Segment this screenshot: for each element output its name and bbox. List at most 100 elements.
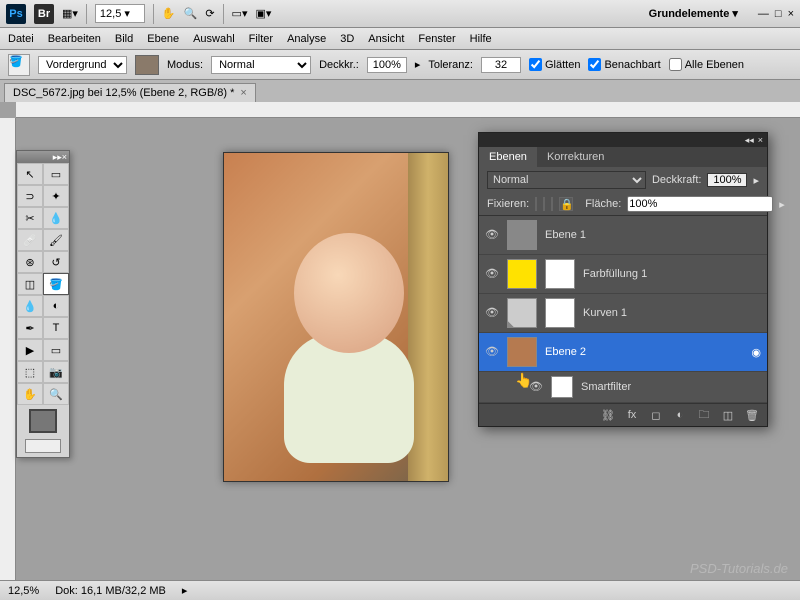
marquee-tool-icon[interactable]: ▭ bbox=[43, 163, 69, 185]
layer-name[interactable]: Kurven 1 bbox=[583, 307, 761, 319]
crop-tool-icon[interactable]: ✂ bbox=[17, 207, 43, 229]
layer-mask-thumbnail[interactable] bbox=[545, 259, 575, 289]
menu-3d[interactable]: 3D bbox=[340, 33, 354, 45]
minimize-icon[interactable]: — bbox=[758, 8, 769, 20]
lock-pixels-icon[interactable] bbox=[543, 197, 545, 211]
adjustment-layer-icon[interactable]: ◐ bbox=[673, 408, 687, 422]
opacity-flyout-icon[interactable]: ▸ bbox=[415, 58, 421, 71]
layer-row[interactable]: Kurven 1 bbox=[479, 294, 767, 333]
antialias-checkbox[interactable]: Glätten bbox=[529, 58, 580, 71]
zoom-select[interactable]: 12,5 ▾ bbox=[95, 4, 145, 23]
hand-tool-icon[interactable]: ✋ bbox=[162, 7, 176, 20]
layer-group-icon[interactable]: 🗀 bbox=[697, 408, 711, 422]
menu-filter[interactable]: Filter bbox=[249, 33, 273, 45]
3d-camera-tool-icon[interactable]: 📷 bbox=[43, 361, 69, 383]
layer-mask-thumbnail[interactable] bbox=[545, 298, 575, 328]
bridge-icon[interactable]: Br bbox=[34, 4, 54, 24]
layer-thumbnail[interactable] bbox=[507, 259, 537, 289]
shape-tool-icon[interactable]: ▭ bbox=[43, 339, 69, 361]
filter-mask-thumbnail[interactable] bbox=[551, 376, 573, 398]
collapse-icon[interactable]: ▸▸ bbox=[53, 152, 62, 163]
tab-korrekturen[interactable]: Korrekturen bbox=[537, 147, 614, 167]
fill-target-select[interactable]: Vordergrund bbox=[38, 56, 127, 74]
layer-row[interactable]: Farbfüllung 1 bbox=[479, 255, 767, 294]
menu-hilfe[interactable]: Hilfe bbox=[470, 33, 492, 45]
visibility-icon[interactable] bbox=[485, 267, 499, 281]
layer-mask-icon[interactable]: ◻ bbox=[649, 408, 663, 422]
eraser-tool-icon[interactable]: ◫ bbox=[17, 273, 43, 295]
visibility-icon[interactable] bbox=[529, 380, 543, 394]
pen-tool-icon[interactable]: ✒ bbox=[17, 317, 43, 339]
close-icon[interactable]: × bbox=[788, 8, 794, 20]
layer-thumbnail[interactable] bbox=[507, 220, 537, 250]
layer-row[interactable]: Ebene 2 ◉ bbox=[479, 333, 767, 372]
status-docsize[interactable]: Dok: 16,1 MB/32,2 MB bbox=[55, 585, 166, 597]
photoshop-icon[interactable]: Ps bbox=[6, 4, 26, 24]
menu-auswahl[interactable]: Auswahl bbox=[193, 33, 235, 45]
blur-tool-icon[interactable]: 💧 bbox=[17, 295, 43, 317]
layer-style-icon[interactable]: fx bbox=[625, 408, 639, 422]
move-tool-icon[interactable]: ↖ bbox=[17, 163, 43, 185]
status-zoom[interactable]: 12,5% bbox=[8, 585, 39, 597]
rotate-view-icon[interactable]: ⟳ bbox=[205, 7, 214, 20]
layer-name[interactable]: Farbfüllung 1 bbox=[583, 268, 761, 280]
zoom-tool-icon[interactable]: 🔍 bbox=[43, 383, 69, 405]
current-tool-icon[interactable]: 🪣 bbox=[8, 54, 30, 76]
fill-swatch[interactable] bbox=[135, 55, 159, 75]
new-layer-icon[interactable]: ◫ bbox=[721, 408, 735, 422]
contiguous-checkbox[interactable]: Benachbart bbox=[588, 58, 660, 71]
type-tool-icon[interactable]: T bbox=[43, 317, 69, 339]
blend-mode-select[interactable]: Normal bbox=[487, 171, 646, 189]
layer-name[interactable]: Ebene 1 bbox=[545, 229, 761, 241]
healing-tool-icon[interactable]: 🩹 bbox=[17, 229, 43, 251]
stamp-tool-icon[interactable]: ⊛ bbox=[17, 251, 43, 273]
menu-analyse[interactable]: Analyse bbox=[287, 33, 326, 45]
layer-row[interactable]: Ebene 1 bbox=[479, 216, 767, 255]
menu-bearbeiten[interactable]: Bearbeiten bbox=[48, 33, 101, 45]
collapse-icon[interactable]: ◂◂ bbox=[745, 135, 754, 146]
panel-close-icon[interactable]: × bbox=[758, 135, 763, 145]
mode-select[interactable]: Normal bbox=[211, 56, 311, 74]
tab-close-icon[interactable]: × bbox=[240, 87, 246, 99]
visibility-icon[interactable] bbox=[485, 345, 499, 359]
path-select-tool-icon[interactable]: ▶ bbox=[17, 339, 43, 361]
layer-opacity-input[interactable] bbox=[707, 173, 747, 187]
menu-ebene[interactable]: Ebene bbox=[147, 33, 179, 45]
bucket-tool-icon[interactable]: 🪣 bbox=[43, 273, 69, 295]
brush-tool-icon[interactable]: 🖌 bbox=[43, 229, 69, 251]
lock-position-icon[interactable] bbox=[551, 197, 553, 211]
opacity-flyout-icon[interactable]: ▸ bbox=[753, 174, 759, 187]
hand-tool-icon[interactable]: ✋ bbox=[17, 383, 43, 405]
status-flyout-icon[interactable]: ▸ bbox=[182, 584, 188, 597]
layer-row-smartfilter[interactable]: Smartfilter bbox=[479, 372, 767, 403]
layout-icon[interactable]: ▦▾ bbox=[62, 7, 78, 20]
all-layers-checkbox[interactable]: Alle Ebenen bbox=[669, 58, 744, 71]
screen-mode-icon[interactable]: ▣▾ bbox=[255, 7, 271, 20]
3d-tool-icon[interactable]: ⬚ bbox=[17, 361, 43, 383]
toolbox-header[interactable]: ▸▸× bbox=[17, 151, 69, 163]
eyedropper-tool-icon[interactable]: 💧 bbox=[43, 207, 69, 229]
document-canvas[interactable] bbox=[223, 152, 449, 482]
zoom-tool-icon[interactable]: 🔍 bbox=[184, 7, 198, 20]
maximize-icon[interactable]: □ bbox=[775, 8, 782, 20]
panel-close-icon[interactable]: × bbox=[62, 152, 67, 162]
layer-fill-input[interactable] bbox=[627, 196, 773, 212]
workspace-selector[interactable]: Grundelemente ▾ bbox=[649, 7, 738, 20]
arrange-icon[interactable]: ▭▾ bbox=[232, 7, 248, 20]
lasso-tool-icon[interactable]: ⊃ bbox=[17, 185, 43, 207]
history-brush-tool-icon[interactable]: ↺ bbox=[43, 251, 69, 273]
delete-layer-icon[interactable]: 🗑 bbox=[745, 408, 759, 422]
panel-header[interactable]: ◂◂ × bbox=[479, 133, 767, 147]
menu-bild[interactable]: Bild bbox=[115, 33, 133, 45]
fill-flyout-icon[interactable]: ▸ bbox=[779, 198, 785, 211]
menu-fenster[interactable]: Fenster bbox=[418, 33, 455, 45]
document-tab[interactable]: DSC_5672.jpg bei 12,5% (Ebene 2, RGB/8) … bbox=[4, 83, 256, 102]
tab-ebenen[interactable]: Ebenen bbox=[479, 147, 537, 167]
layer-name[interactable]: Ebene 2 bbox=[545, 346, 743, 358]
link-layers-icon[interactable]: ⛓ bbox=[601, 408, 615, 422]
quickmask-toggle[interactable] bbox=[25, 439, 61, 453]
layer-thumbnail[interactable] bbox=[507, 337, 537, 367]
menu-datei[interactable]: Datei bbox=[8, 33, 34, 45]
lock-transparency-icon[interactable] bbox=[535, 197, 537, 211]
visibility-icon[interactable] bbox=[485, 306, 499, 320]
